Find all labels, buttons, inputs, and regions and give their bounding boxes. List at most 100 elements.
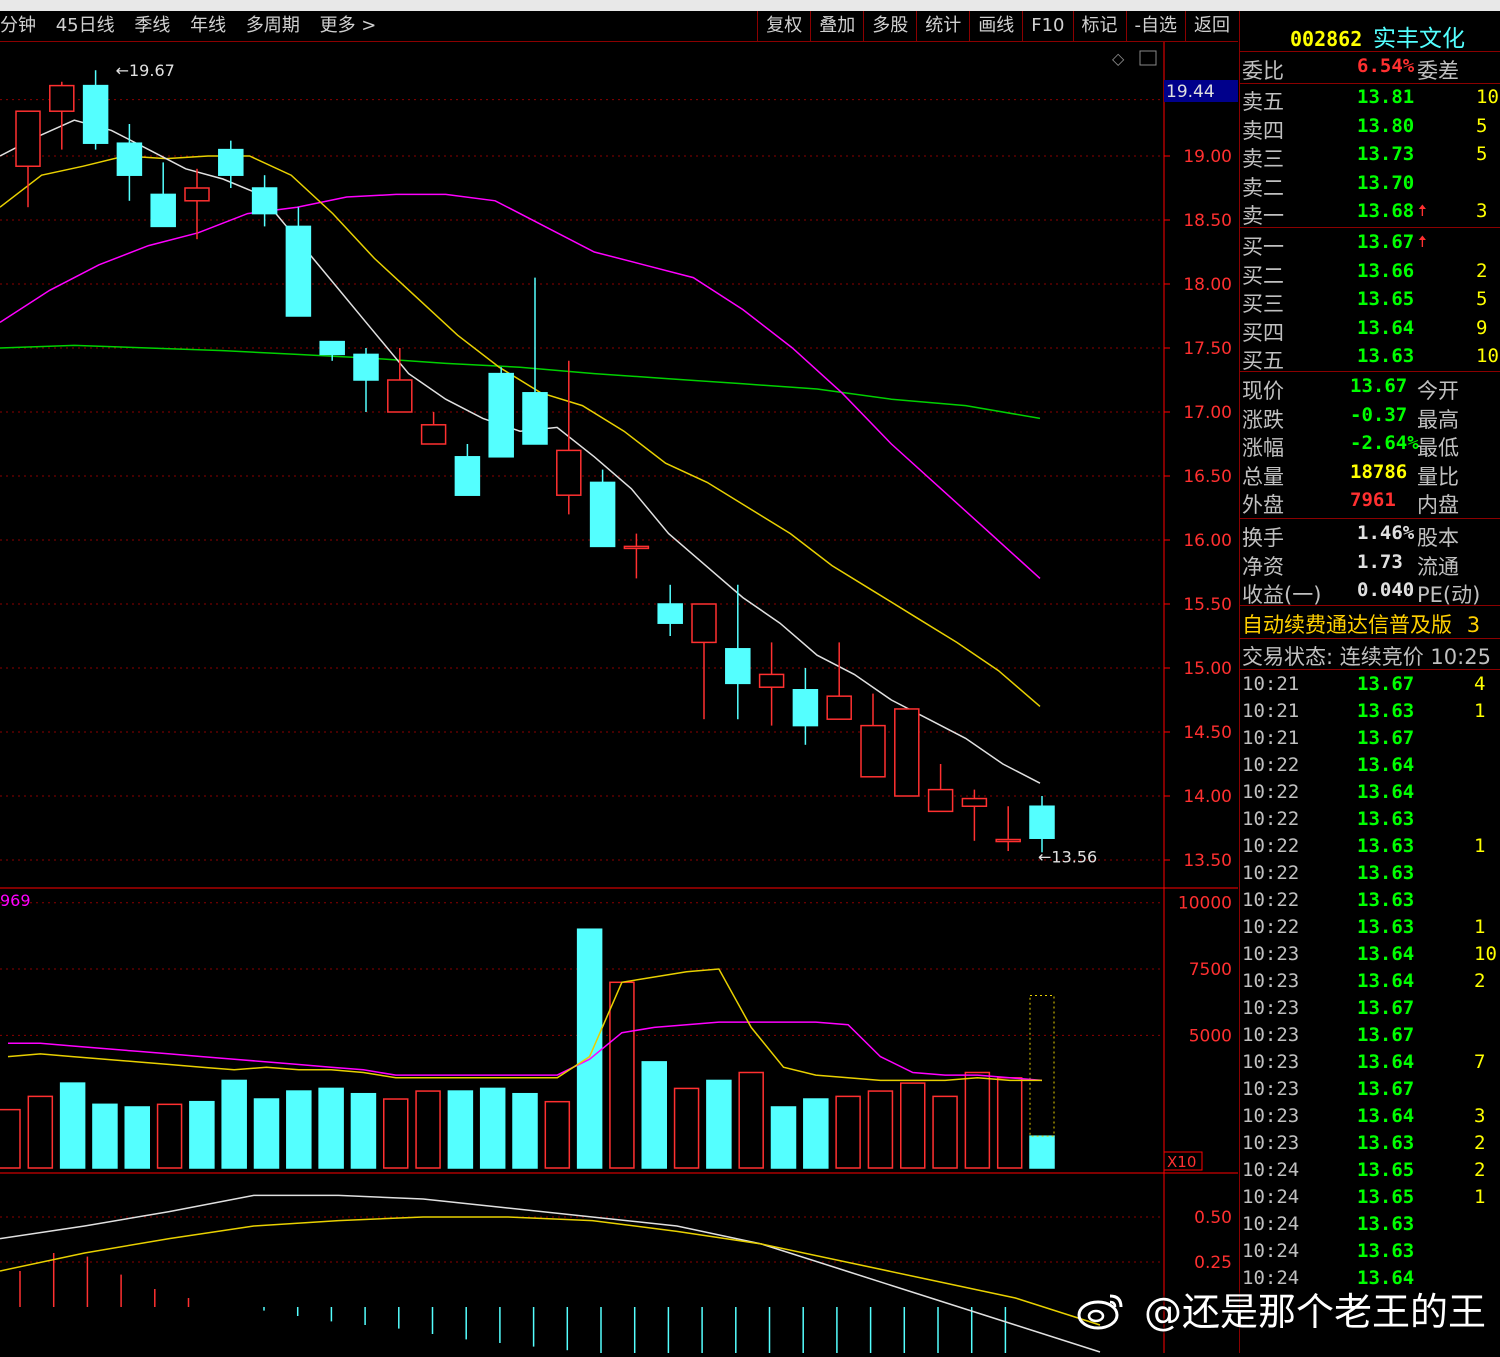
volume-bar <box>59 1082 86 1169</box>
candle-body <box>623 545 650 550</box>
stat-value: 1.46% <box>1357 522 1415 544</box>
tick-volume: 2 <box>1474 1132 1486 1154</box>
tick-price: 13.67 <box>1357 727 1415 749</box>
order-level-volume: 10 <box>1476 345 1499 367</box>
volume-tick-label: 5000 <box>1189 1026 1232 1046</box>
price-axis-ticks: 19.00 18.50 18.00 17.50 17.00 16.50 16.00 15.50… <box>1164 147 1232 1273</box>
candle-body <box>725 648 751 685</box>
restore-rights-button[interactable]: 复权 <box>757 11 810 41</box>
period-45day[interactable]: 45日线 <box>56 15 115 36</box>
volume-bar <box>318 1087 344 1169</box>
back-button[interactable]: 返回 <box>1185 11 1238 41</box>
order-level-label: 买三 <box>1242 292 1284 316</box>
candle-body <box>319 340 345 356</box>
candle-body <box>995 838 1021 843</box>
order-level-volume: 9 <box>1476 316 1488 339</box>
volume-tick-label: 10000 <box>1178 894 1232 914</box>
tick-price: 13.63 <box>1357 835 1415 857</box>
period-quarter[interactable]: 季线 <box>134 15 170 36</box>
period-year[interactable]: 年线 <box>190 15 226 36</box>
stock-title: 002862 实丰文化 <box>1290 19 1465 52</box>
stat-right-label: 流通 <box>1417 554 1459 579</box>
tick-time: 10:21 <box>1242 727 1300 749</box>
volume-ma-magenta-line <box>8 1021 1043 1082</box>
volume-bar <box>124 1106 150 1169</box>
price-tick-label: 18.50 <box>1183 211 1232 231</box>
tick-price: 13.64 <box>1357 754 1415 776</box>
candle-body <box>556 449 582 496</box>
volume-bar <box>92 1103 118 1169</box>
order-level-price: 13.73 <box>1357 143 1415 165</box>
tick-time: 10:24 <box>1242 1159 1300 1181</box>
chart-toolbar: 分钟 45日线 季线 年线 多周期 更多 > 复权 叠加 多股 统计 画线 F1… <box>0 11 1238 42</box>
order-level-price: 13.81 <box>1357 86 1415 108</box>
panel-toggle-icon <box>1139 50 1157 66</box>
tick-price: 13.63 <box>1357 1213 1415 1235</box>
tick-time: 10:21 <box>1242 700 1300 722</box>
period-more[interactable]: 更多 > <box>320 15 377 36</box>
stock-name: 实丰文化 <box>1372 26 1465 52</box>
order-level-label: 卖一 <box>1242 204 1284 228</box>
stock-code: 002862 <box>1290 27 1363 51</box>
macd-indicator <box>0 1194 1101 1357</box>
order-level-volume: 5 <box>1476 143 1488 165</box>
order-level-price: 13.65 <box>1357 288 1415 310</box>
tick-time: 10:23 <box>1242 1105 1300 1127</box>
multi-stock-button[interactable]: 多股 <box>863 11 916 41</box>
period-selector: 分钟 45日线 季线 年线 多周期 更多 > <box>0 11 390 41</box>
tick-time: 10:22 <box>1242 754 1300 776</box>
statistics-button[interactable]: 统计 <box>916 11 969 41</box>
divider <box>1240 227 1500 228</box>
stat-label: 现价 <box>1242 379 1284 403</box>
ma-green-line <box>0 344 1041 420</box>
tick-price: 13.64 <box>1357 943 1415 965</box>
price-tick-label: 15.00 <box>1183 659 1232 679</box>
order-level-price: 13.80 <box>1357 114 1415 137</box>
volume-bar <box>1029 1135 1055 1169</box>
low-price-label: ←13.56 <box>1038 847 1097 866</box>
candle-body <box>420 424 447 445</box>
price-tick-label: 14.00 <box>1183 787 1232 807</box>
chart-area[interactable]: 19.00 18.50 18.00 17.50 17.00 16.50 16.00 15.50… <box>0 42 1238 1357</box>
tick-price: 13.65 <box>1357 1159 1415 1181</box>
mark-button[interactable]: 标记 <box>1072 11 1126 41</box>
volume-bar <box>641 1061 667 1169</box>
tick-time: 10:24 <box>1242 1213 1300 1235</box>
tick-price: 13.64 <box>1357 1105 1415 1127</box>
promo-banner[interactable]: 自动续费通达信普及版 3 <box>1242 609 1480 637</box>
candle-body <box>218 148 244 176</box>
volume-bar <box>900 1082 926 1169</box>
volume-bar <box>253 1098 280 1169</box>
price-tick-label: 16.50 <box>1183 467 1232 487</box>
candle-body <box>691 603 717 644</box>
volume-bar <box>383 1098 409 1169</box>
stat-value: 13.67 <box>1350 375 1408 397</box>
overlay-button[interactable]: 叠加 <box>810 11 863 41</box>
volume-bar <box>0 1108 21 1169</box>
stat-value: 18786 <box>1350 460 1408 483</box>
chart-labels: 19.44 ←19.67 ←13.56 ◇ 969 X10 <box>0 49 1215 1171</box>
volume-bar <box>512 1092 538 1169</box>
volume-bar <box>350 1092 377 1169</box>
period-minute[interactable]: 分钟 <box>0 15 36 36</box>
period-multi[interactable]: 多周期 <box>246 15 300 36</box>
tick-price: 13.64 <box>1357 970 1415 992</box>
remove-watchlist-button[interactable]: -自选 <box>1125 11 1186 41</box>
volume-bar <box>738 1071 764 1169</box>
draw-line-button[interactable]: 画线 <box>969 11 1022 41</box>
kline-chart-svg[interactable]: 19.00 18.50 18.00 17.50 17.00 16.50 16.00 15.50… <box>0 42 1238 1357</box>
candlesticks <box>15 70 1055 853</box>
macd-tick-label: 0.25 <box>1194 1253 1232 1273</box>
order-level-price: 13.66 <box>1357 259 1415 282</box>
candle-body <box>82 84 109 144</box>
weibo-logo-icon <box>1076 1290 1126 1339</box>
watermark: @还是那个老王的王 <box>1076 1281 1486 1339</box>
price-tick-label: 19.00 <box>1183 147 1232 167</box>
tick-price: 13.65 <box>1357 1186 1415 1208</box>
tick-price: 13.63 <box>1357 889 1415 911</box>
tick-time: 10:21 <box>1242 673 1300 695</box>
f10-button[interactable]: F10 <box>1022 11 1072 41</box>
candle-body <box>522 392 548 445</box>
divider <box>1240 605 1500 606</box>
candle-body <box>927 788 954 813</box>
